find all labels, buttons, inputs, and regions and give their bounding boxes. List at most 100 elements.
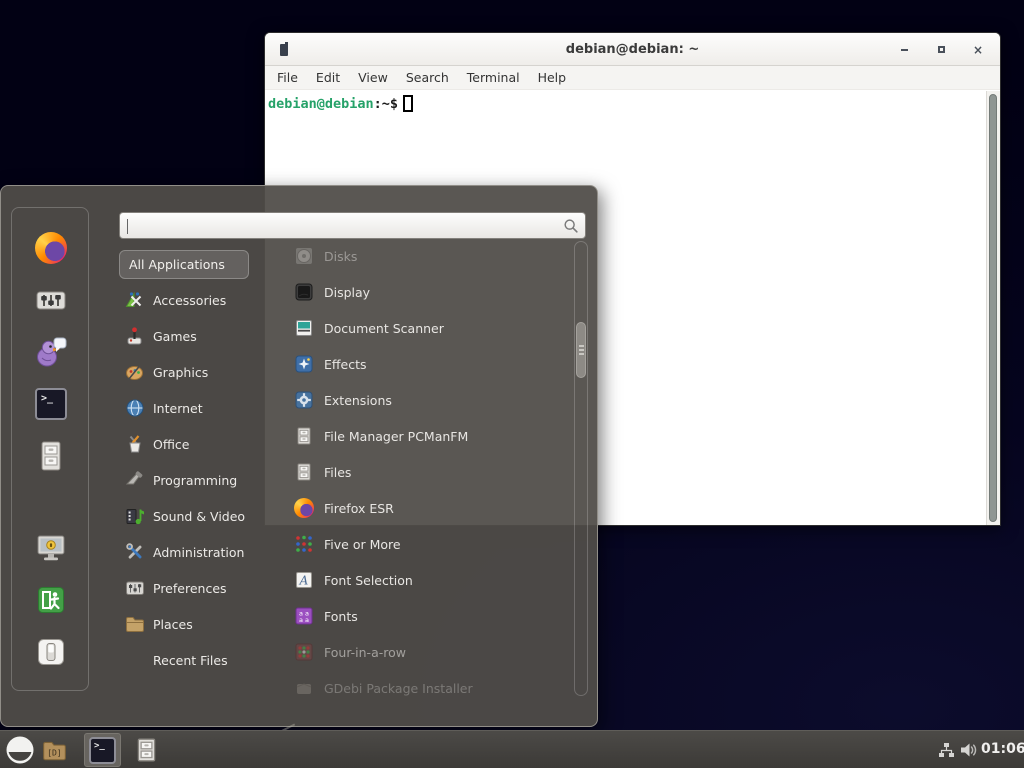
category-label: Office bbox=[153, 437, 190, 452]
close-icon: × bbox=[973, 44, 983, 56]
category-programming[interactable]: Programming bbox=[121, 462, 271, 498]
network-icon bbox=[938, 742, 955, 758]
taskbar-files-button[interactable] bbox=[133, 736, 160, 768]
app-item-extensions[interactable]: Extensions bbox=[294, 382, 576, 418]
terminal-icon: >_ bbox=[35, 388, 67, 420]
menu-terminal[interactable]: Terminal bbox=[467, 70, 520, 85]
app-item-fonts[interactable]: a a a a Fonts bbox=[294, 598, 576, 634]
minimize-button[interactable] bbox=[896, 42, 912, 58]
search-input[interactable] bbox=[126, 215, 556, 236]
favorite-logout-button[interactable] bbox=[35, 584, 67, 616]
app-item-label: Files bbox=[324, 465, 351, 480]
terminal-menubar: File Edit View Search Terminal Help bbox=[265, 66, 1000, 90]
maximize-icon bbox=[938, 46, 945, 53]
category-office[interactable]: Office bbox=[121, 426, 271, 462]
terminal-scrollbar[interactable] bbox=[986, 91, 1000, 525]
favorite-lock-screen-button[interactable] bbox=[35, 532, 67, 564]
menu-edit[interactable]: Edit bbox=[316, 70, 340, 85]
app-item-label: Document Scanner bbox=[324, 321, 444, 336]
category-accessories[interactable]: Accessories bbox=[121, 282, 271, 318]
favorite-shutdown-button[interactable] bbox=[35, 636, 67, 668]
category-recent-files[interactable]: Recent Files bbox=[121, 642, 271, 678]
terminal-cursor bbox=[403, 95, 413, 112]
category-graphics[interactable]: Graphics bbox=[121, 354, 271, 390]
category-label: Preferences bbox=[153, 581, 227, 596]
firefox-icon bbox=[35, 232, 67, 264]
menu-logo-icon bbox=[5, 735, 35, 765]
taskbar-terminal-button[interactable]: >_ bbox=[84, 733, 121, 767]
desktop-folder-button[interactable]: [D] bbox=[41, 737, 68, 767]
terminal-title: debian@debian: ~ bbox=[265, 33, 1000, 66]
category-label: Programming bbox=[153, 473, 237, 488]
accessories-icon bbox=[125, 290, 145, 310]
app-item-label: Effects bbox=[324, 357, 367, 372]
control-center-icon bbox=[35, 284, 67, 316]
volume-tray-icon-button[interactable] bbox=[959, 741, 978, 763]
app-item-display[interactable]: Display bbox=[294, 274, 576, 310]
scrollbar-grip bbox=[579, 353, 584, 355]
app-item-document-scanner[interactable]: Document Scanner bbox=[294, 310, 576, 346]
app-item-pcmanfm[interactable]: File Manager PCManFM bbox=[294, 418, 576, 454]
applications-scrollbar[interactable] bbox=[574, 241, 588, 696]
desktop[interactable]: debian@debian: ~ × File Edit View Search… bbox=[0, 0, 1024, 768]
office-icon bbox=[125, 434, 145, 454]
sound-video-icon bbox=[125, 506, 145, 526]
favorite-firefox-button[interactable] bbox=[35, 232, 67, 264]
maximize-button[interactable] bbox=[933, 42, 949, 58]
graphics-icon bbox=[125, 362, 145, 382]
menu-search[interactable]: Search bbox=[406, 70, 449, 85]
terminal-icon: >_ bbox=[89, 737, 116, 764]
favorites-sidebar: >_ bbox=[11, 207, 89, 691]
scrollbar-grip bbox=[579, 345, 584, 347]
close-button[interactable]: × bbox=[970, 42, 986, 58]
app-item-four-in-a-row[interactable]: Four-in-a-row bbox=[294, 634, 576, 670]
menu-help[interactable]: Help bbox=[538, 70, 567, 85]
category-label: Administration bbox=[153, 545, 244, 560]
favorite-pidgin-button[interactable] bbox=[35, 336, 67, 368]
applications-scrollbar-thumb[interactable] bbox=[576, 322, 586, 378]
fonts-icon: a a a a bbox=[294, 606, 314, 626]
menu-view[interactable]: View bbox=[358, 70, 388, 85]
category-label: Sound & Video bbox=[153, 509, 245, 524]
menu-button[interactable] bbox=[5, 735, 35, 768]
taskbar-clock[interactable]: 01:06 bbox=[981, 741, 1024, 757]
app-item-gdebi[interactable]: GDebi Package Installer bbox=[294, 670, 576, 706]
category-games[interactable]: Games bbox=[121, 318, 271, 354]
scanner-icon bbox=[294, 318, 314, 338]
app-item-label: Display bbox=[324, 285, 370, 300]
taskbar: [D] >_ bbox=[0, 730, 1024, 768]
pidgin-icon bbox=[35, 336, 67, 368]
app-item-effects[interactable]: Effects bbox=[294, 346, 576, 382]
app-item-disks[interactable]: Disks bbox=[294, 238, 576, 274]
network-tray-icon-button[interactable] bbox=[938, 742, 955, 762]
administration-icon bbox=[125, 542, 145, 562]
category-sound-video[interactable]: Sound & Video bbox=[121, 498, 271, 534]
app-item-files[interactable]: Files bbox=[294, 454, 576, 490]
category-administration[interactable]: Administration bbox=[121, 534, 271, 570]
app-item-five-or-more[interactable]: Five or More bbox=[294, 526, 576, 562]
lock-screen-icon bbox=[35, 532, 67, 564]
preferences-icon bbox=[125, 578, 145, 598]
category-preferences[interactable]: Preferences bbox=[121, 570, 271, 606]
menu-file[interactable]: File bbox=[277, 70, 298, 85]
category-all-applications[interactable]: All Applications bbox=[119, 250, 249, 279]
app-item-firefox-esr[interactable]: Firefox ESR bbox=[294, 490, 576, 526]
favorite-control-center-button[interactable] bbox=[35, 284, 67, 316]
app-item-label: Extensions bbox=[324, 393, 392, 408]
window-controls: × bbox=[896, 33, 986, 66]
programming-icon bbox=[125, 470, 145, 490]
favorite-file-manager-button[interactable] bbox=[35, 440, 67, 472]
firefox-icon bbox=[294, 498, 314, 518]
app-item-label: Firefox ESR bbox=[324, 501, 394, 516]
terminal-titlebar[interactable]: debian@debian: ~ × bbox=[265, 33, 1000, 66]
app-item-label: Fonts bbox=[324, 609, 358, 624]
category-internet[interactable]: Internet bbox=[121, 390, 271, 426]
application-menu: debian bbox=[0, 185, 598, 727]
favorite-terminal-button[interactable]: >_ bbox=[35, 388, 67, 420]
category-places[interactable]: Places bbox=[121, 606, 271, 642]
svg-text:a a: a a bbox=[299, 616, 309, 624]
terminal-scrollbar-thumb[interactable] bbox=[989, 94, 997, 522]
search-box[interactable] bbox=[119, 212, 586, 239]
app-item-font-selection[interactable]: A Font Selection bbox=[294, 562, 576, 598]
scrollbar-grip bbox=[579, 349, 584, 351]
